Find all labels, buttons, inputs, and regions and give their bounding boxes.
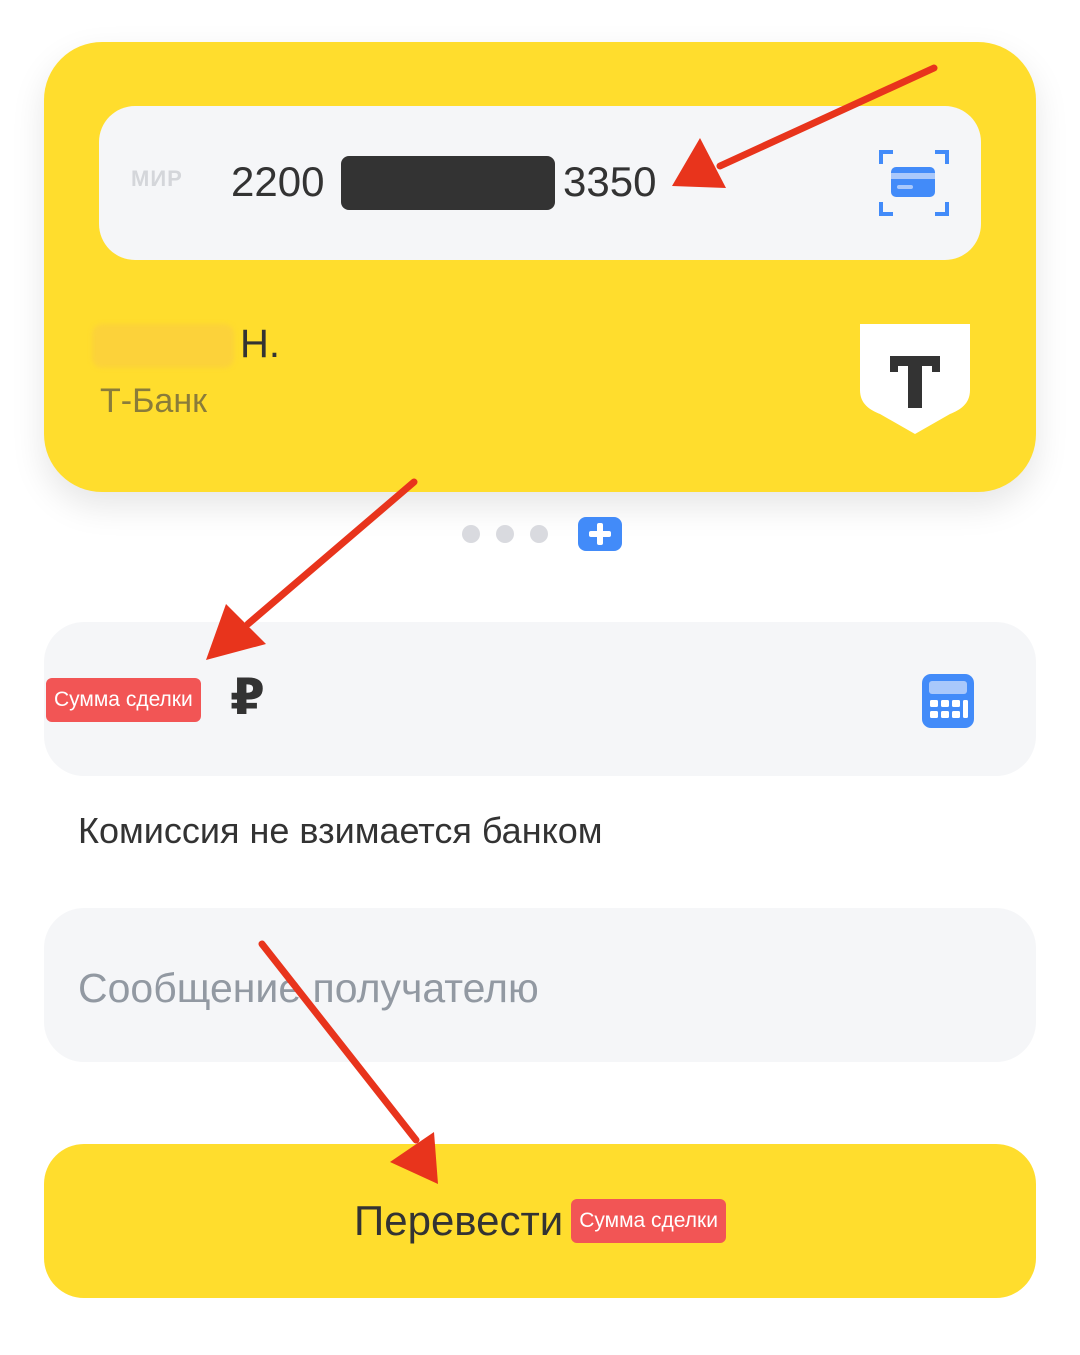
pagination-dot[interactable] [462,525,480,543]
amount-field[interactable]: Сумма сделки ₽ [44,622,1036,776]
pagination-dot[interactable] [530,525,548,543]
message-field[interactable] [44,908,1036,1062]
amount-tag: Сумма сделки [46,678,201,722]
card-number-last-digits: 3350 [563,158,657,205]
bank-card[interactable]: МИР 2200 3350 Н. Т-Банк [44,42,1036,492]
card-number-first-digits: 2200 [231,158,325,205]
card-pagination [462,516,622,552]
pagination-dot[interactable] [496,525,514,543]
card-number-field[interactable]: МИР 2200 3350 [99,106,981,260]
message-input[interactable] [78,958,978,1018]
transfer-button[interactable]: Перевести Сумма сделки [44,1144,1036,1298]
commission-note: Комиссия не взимается банком [78,810,603,851]
add-card-button[interactable] [578,517,622,551]
bank-name: Т-Банк [100,382,207,420]
currency-symbol: ₽ [230,668,265,726]
calculator-icon[interactable] [920,672,976,730]
card-number-redaction [341,156,555,210]
mir-logo: МИР [131,166,183,191]
transfer-screen: МИР 2200 3350 Н. Т-Банк Сумма сделки ₽ К… [0,0,1080,1355]
transfer-button-label: Перевести [354,1197,564,1244]
tbank-logo-icon [860,324,970,434]
plus-icon [589,523,611,545]
card-scan-icon[interactable] [879,150,949,216]
transfer-amount-tag: Сумма сделки [571,1199,726,1243]
card-holder-name: Н. [240,322,280,366]
holder-name-redaction [92,324,234,368]
